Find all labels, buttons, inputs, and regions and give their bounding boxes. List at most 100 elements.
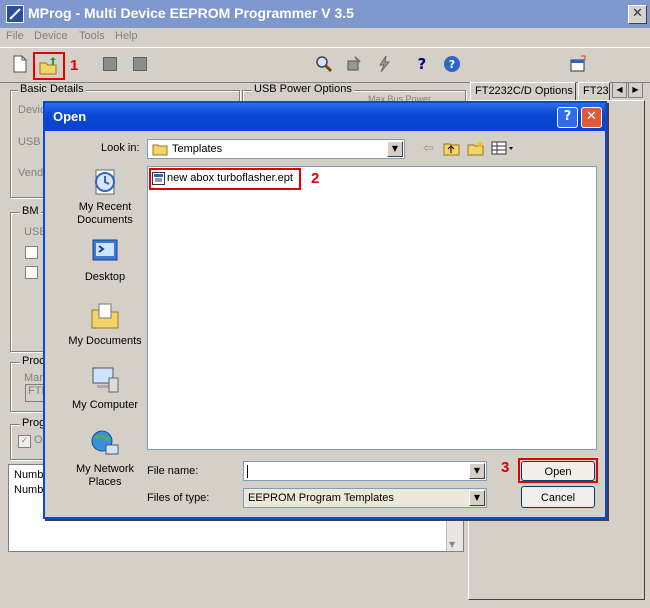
- stop-icon-2: [133, 57, 147, 71]
- window-title: MProg - Multi Device EEPROM Programmer V…: [28, 5, 354, 21]
- look-in-select[interactable]: Templates ▼: [147, 139, 405, 159]
- my-documents-icon: [91, 303, 119, 329]
- svg-text:?: ?: [449, 58, 455, 71]
- places-bar: My Recent Documents Desktop My Documents…: [59, 166, 151, 500]
- dialog-close-button[interactable]: ✕: [581, 107, 602, 128]
- program-chip-icon: [347, 56, 361, 71]
- help-button[interactable]: ?: [410, 52, 434, 76]
- annotation-1: 1: [70, 57, 79, 74]
- place-recent-documents[interactable]: My Recent Documents: [59, 166, 151, 227]
- place-label: My Recent Documents: [77, 201, 133, 226]
- app-icon: [6, 5, 24, 23]
- file-type-select[interactable]: EEPROM Program Templates ▼: [243, 488, 487, 508]
- look-in-label: Look in:: [101, 142, 140, 154]
- file-type-value: EEPROM Program Templates: [248, 492, 394, 504]
- file-name-label: File name:: [147, 465, 199, 477]
- file-name-input[interactable]: ▼: [243, 461, 487, 481]
- menu-device[interactable]: Device: [34, 30, 68, 42]
- program-checkbox[interactable]: ✓: [18, 435, 31, 448]
- tab-scroll-right[interactable]: ▶: [628, 82, 643, 98]
- about-button[interactable]: ?: [440, 52, 464, 76]
- dropdown-arrow-icon: ▼: [391, 144, 399, 153]
- stop-icon: [103, 57, 117, 71]
- back-arrow-icon: ⇦: [423, 141, 434, 156]
- file-type-dropdown-arrow[interactable]: ▼: [469, 490, 485, 506]
- my-computer-icon: [92, 367, 119, 393]
- stop-button-2[interactable]: [128, 52, 152, 76]
- look-in-value: Templates: [172, 143, 223, 155]
- file-list[interactable]: new abox turboflasher.ept 2: [147, 166, 597, 450]
- question-icon: ?: [417, 55, 427, 73]
- annotation-3: 3: [501, 459, 510, 476]
- cancel-button[interactable]: Cancel: [521, 486, 595, 508]
- bm-checkbox-2[interactable]: [25, 266, 38, 279]
- dialog-help-button[interactable]: ?: [557, 107, 578, 128]
- place-my-documents[interactable]: My Documents: [59, 300, 151, 348]
- window-close-button[interactable]: ✕: [628, 5, 647, 24]
- recent-documents-icon: [95, 169, 115, 195]
- template-file-icon: [152, 172, 165, 185]
- vendor-label: Vend: [18, 167, 44, 179]
- info-help-icon: ?: [444, 56, 460, 72]
- place-label: My Computer: [71, 399, 139, 411]
- program-option-label: O: [34, 434, 43, 446]
- tab-scroll-left[interactable]: ◀: [612, 82, 627, 98]
- place-my-computer[interactable]: My Computer: [59, 364, 151, 412]
- place-label: My Network Places: [75, 463, 135, 488]
- tab-ft232[interactable]: FT232: [578, 82, 610, 100]
- annotation-2: 2: [311, 170, 320, 187]
- open-dialog: Open ? ✕ Look in: Templates ▼ ⇦ My Recen…: [43, 101, 607, 519]
- arrow-right-icon: ▶: [632, 85, 639, 94]
- menu-help[interactable]: Help: [115, 30, 138, 42]
- device-label: Devic: [18, 104, 46, 116]
- window-titlebar[interactable]: MProg - Multi Device EEPROM Programmer V…: [0, 0, 650, 28]
- bm-checkbox-1[interactable]: [25, 246, 38, 259]
- place-label: Desktop: [84, 271, 126, 283]
- tab-ft2232cd-options[interactable]: FT2232C/D Options: [470, 82, 576, 100]
- file-name-dropdown-arrow[interactable]: ▼: [469, 463, 485, 479]
- dialog-titlebar[interactable]: Open ? ✕: [45, 103, 605, 131]
- stop-button[interactable]: [98, 52, 122, 76]
- place-desktop[interactable]: Desktop: [59, 236, 151, 284]
- up-folder-button[interactable]: [443, 140, 461, 159]
- bm-options-title: BM: [20, 205, 41, 217]
- open-folder-icon: [39, 57, 57, 75]
- new-folder-button[interactable]: [467, 140, 485, 159]
- desktop-icon: [92, 239, 118, 261]
- dialog-title: Open: [53, 109, 87, 124]
- file-type-label: Files of type:: [147, 492, 210, 504]
- text-cursor: [247, 465, 248, 478]
- program-button[interactable]: [342, 52, 366, 76]
- usb-label: USB: [18, 136, 41, 148]
- scroll-down-icon: ▼: [449, 540, 456, 549]
- view-menu-button[interactable]: [491, 141, 515, 158]
- usb-power-title: USB Power Options: [252, 83, 354, 95]
- dropdown-arrow-icon: ▼: [473, 466, 481, 475]
- window-button[interactable]: [566, 52, 590, 76]
- file-name: new abox turboflasher.ept: [167, 172, 293, 184]
- place-my-network-places[interactable]: My Network Places: [59, 428, 151, 489]
- new-file-icon: [13, 55, 27, 73]
- new-window-icon: [570, 55, 586, 72]
- menu-bar: File Device Tools Help: [0, 28, 650, 46]
- menu-file[interactable]: File: [6, 30, 24, 42]
- new-button[interactable]: [8, 52, 32, 76]
- erase-button[interactable]: [372, 52, 396, 76]
- network-places-icon: [91, 430, 119, 455]
- search-button[interactable]: [312, 52, 336, 76]
- look-in-dropdown-arrow[interactable]: ▼: [387, 141, 403, 157]
- place-label: My Documents: [68, 335, 142, 347]
- arrow-left-icon: ◀: [616, 85, 623, 94]
- dropdown-arrow-icon: ▼: [473, 493, 481, 502]
- open-template-button[interactable]: [33, 52, 65, 80]
- basic-details-title: Basic Details: [18, 83, 86, 95]
- lightning-icon: [379, 55, 391, 73]
- view-menu-icon: [491, 141, 513, 155]
- toolbar: 1 ? ?: [0, 47, 650, 83]
- up-folder-icon: [443, 143, 460, 156]
- menu-tools[interactable]: Tools: [79, 30, 105, 42]
- back-button[interactable]: ⇦: [423, 141, 439, 157]
- folder-icon: [152, 144, 168, 156]
- new-folder-icon: [467, 140, 484, 156]
- open-button[interactable]: Open: [521, 461, 595, 481]
